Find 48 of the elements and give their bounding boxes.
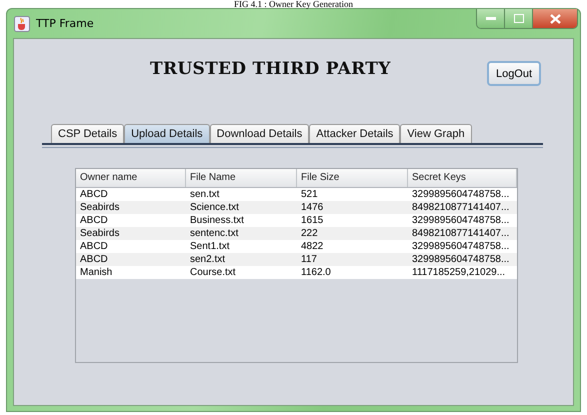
app-heading: TRUSTED THIRD PARTY	[150, 59, 391, 79]
minimize-button[interactable]	[477, 9, 505, 28]
minimize-icon	[486, 16, 496, 20]
table-cell-text: ABCD	[79, 240, 109, 253]
table-cell-text: 8498210877141407...	[411, 201, 510, 214]
logout-button[interactable]: LogOut	[487, 61, 541, 86]
table-cell-text: 4822	[300, 240, 324, 253]
tab[interactable]: Download Details	[210, 124, 310, 143]
column-header[interactable]: Owner name	[76, 169, 186, 187]
tab[interactable]: View Graph	[400, 124, 472, 143]
table-cell-text: 1476	[300, 201, 324, 214]
close-icon	[550, 14, 560, 24]
table-cell-text: Manish	[79, 266, 114, 279]
figure-caption: FIG 4.1 : Owner Key Generation	[234, 0, 353, 8]
table-cell-text: Business.txt	[189, 214, 245, 227]
table-cell-text: sentenc.txt	[189, 227, 240, 240]
table-cell-text: 3299895604748758...	[411, 188, 510, 201]
column-header[interactable]: Secret Keys	[408, 169, 517, 187]
table-cell-text: Seabirds	[79, 201, 120, 214]
table-cell-text: ABCD	[79, 214, 109, 227]
table-cell-text: 3299895604748758...	[411, 214, 510, 227]
coffee-cup-icon	[14, 16, 30, 32]
table-cell-text: 3299895604748758...	[411, 253, 510, 266]
table-cell-text: Science.txt	[189, 201, 240, 214]
table-cell-text: ABCD	[79, 188, 109, 201]
tab[interactable]: Upload Details	[124, 124, 210, 143]
table-cell-text: 117	[300, 253, 318, 266]
close-button[interactable]	[533, 9, 577, 28]
maximize-icon	[514, 14, 524, 23]
maximize-button[interactable]	[505, 9, 533, 28]
column-header[interactable]: File Size	[297, 169, 408, 187]
table-cell-text: 1615	[300, 214, 324, 227]
table-cell-text: 3299895604748758...	[411, 240, 510, 253]
tab[interactable]: Attacker Details	[309, 124, 400, 143]
table-cell-text: 8498210877141407...	[411, 227, 510, 240]
table-cell-text: sen.txt	[189, 188, 220, 201]
table-cell-text: Course.txt	[189, 266, 237, 279]
window-title: TTP Frame	[36, 17, 94, 30]
tab[interactable]: CSP Details	[51, 124, 124, 143]
table-cell-text: 222	[300, 227, 319, 240]
table-cell-text: Sent1.txt	[189, 240, 230, 253]
table-cell-text: sen2.txt	[189, 253, 226, 266]
table-cell-text: Seabirds	[79, 227, 120, 240]
column-header[interactable]: File Name	[186, 169, 297, 187]
table-cell-text: 1162.0	[300, 266, 332, 279]
table-cell-text: 521	[300, 188, 319, 201]
table-cell-text: 1117185259,21029...	[411, 266, 506, 279]
table-cell-text: ABCD	[79, 253, 109, 266]
